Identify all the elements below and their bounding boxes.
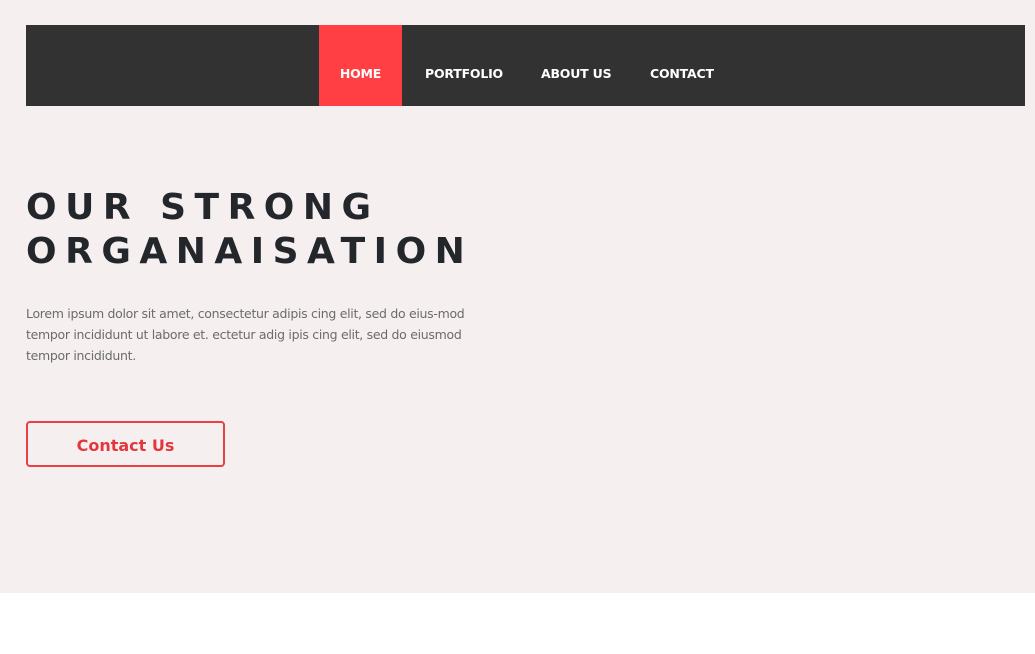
hero-section: HOME PORTFOLIO ABOUT US CONTACT OUR STRO… bbox=[0, 0, 1035, 593]
nav-about-us-link[interactable]: ABOUT US bbox=[541, 25, 612, 106]
hero-title-line-1: OUR STRONG bbox=[26, 187, 380, 228]
nav-contact-link[interactable]: CONTACT bbox=[650, 25, 714, 106]
top-navigation-bar: HOME PORTFOLIO ABOUT US CONTACT bbox=[26, 25, 1025, 106]
hero-description: Lorem ipsum dolor sit amet, consectetur … bbox=[26, 306, 465, 363]
nav-home-link[interactable]: HOME bbox=[319, 25, 402, 106]
nav-portfolio-link[interactable]: PORTFOLIO bbox=[425, 25, 503, 106]
contact-us-button[interactable]: Contact Us bbox=[26, 421, 225, 467]
hero-title: OUR STRONG ORGANAISATION bbox=[26, 186, 473, 274]
hero-title-line-2: ORGANAISATION bbox=[26, 231, 474, 272]
